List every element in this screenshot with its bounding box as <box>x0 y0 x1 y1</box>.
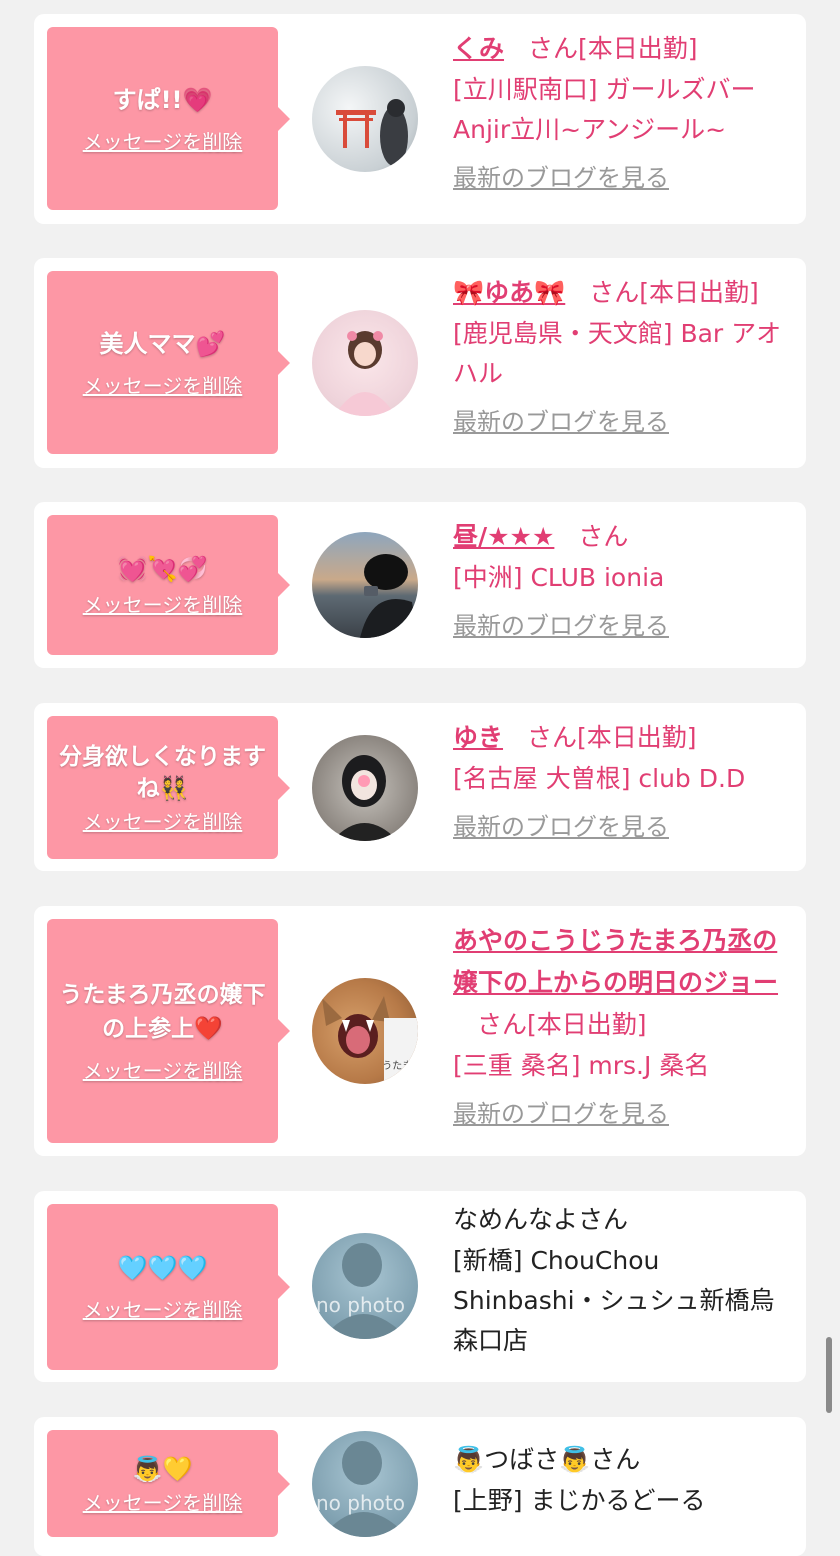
latest-blog-link[interactable]: 最新のブログを見る <box>453 1096 798 1132</box>
latest-blog-link[interactable]: 最新のブログを見る <box>453 809 793 845</box>
avatar[interactable]: うたま <box>312 978 418 1084</box>
message-bubble: 🩵🩵🩵 メッセージを削除 <box>47 1204 290 1370</box>
message-text: 分身欲しくなりますね👯 <box>59 743 266 802</box>
list-item: 美人ママ💕 メッセージを削除 🎀ゆあ🎀 さん[本日出勤] [鹿児島県・天文館] B… <box>34 258 806 468</box>
cast-name-link[interactable]: あやのこうじうたまろ乃丞の嬢下の上からの明日のジョー <box>453 926 778 997</box>
list-item: うたまろ乃丞の嬢下の上参上❤️ メッセージを削除 うたま あやのこうじうたまろ乃… <box>34 906 806 1156</box>
message-bubble: 💓💘💞 メッセージを削除 <box>47 515 290 655</box>
no-photo-silhouette <box>322 1243 408 1339</box>
san-label: さん <box>527 723 578 752</box>
avatar[interactable]: no photo <box>312 1431 418 1537</box>
cast-info: 昼/★★★ さん [中洲] CLUB ionia 最新のブログを見る <box>453 516 793 644</box>
message-bubble: 👼💛 メッセージを削除 <box>47 1430 290 1537</box>
cast-name-link[interactable]: 昼/★★★ <box>453 522 554 551</box>
shop-link[interactable]: [三重 桑名] mrs.J 桑名 <box>453 1046 798 1086</box>
cast-info: 🎀ゆあ🎀 さん[本日出勤] [鹿児島県・天文館] Bar アオハル 最新のブログを… <box>453 272 793 440</box>
san-label: さん <box>590 1445 641 1474</box>
delete-message-link[interactable]: メッセージを削除 <box>83 1297 243 1323</box>
message-text: 🩵🩵🩵 <box>117 1254 208 1282</box>
shop-link[interactable]: [名古屋 大曽根] club D.D <box>453 759 793 799</box>
working-today-badge: [本日出勤] <box>527 1010 647 1039</box>
delete-message-link[interactable]: メッセージを削除 <box>83 809 243 835</box>
message-bubble: すぱ!!💗 メッセージを削除 <box>47 27 290 210</box>
san-label: さん <box>578 522 629 551</box>
portrait-photo <box>334 331 396 416</box>
san-label: さん <box>528 34 579 63</box>
latest-blog-link[interactable]: 最新のブログを見る <box>453 608 793 644</box>
cast-info: あやのこうじうたまろ乃丞の嬢下の上からの明日のジョーさん[本日出勤] [三重 桑… <box>453 920 798 1132</box>
avatar[interactable]: no photo <box>312 1233 418 1339</box>
message-text: 美人ママ💕 <box>99 329 226 358</box>
shop-link[interactable]: [中洲] CLUB ionia <box>453 558 793 598</box>
list-item: 👼💛 メッセージを削除 no photo 👼つばさ👼さん [上野] まじかるどー… <box>34 1417 806 1556</box>
shop-name: [新橋] ChouChou Shinbashi・シュシュ新橋烏森口店 <box>453 1246 775 1355</box>
message-text: 👼💛 <box>132 1454 193 1483</box>
sunset-photo <box>360 554 418 638</box>
shop-name: [上野] まじかるどーる <box>453 1486 706 1515</box>
san-label: さん <box>477 1010 528 1039</box>
cast-info: ゆき さん[本日出勤] [名古屋 大曽根] club D.D 最新のブログを見る <box>453 717 793 845</box>
delete-message-link[interactable]: メッセージを削除 <box>83 373 243 399</box>
message-text: すぱ!!💗 <box>112 85 213 114</box>
list-item: 🩵🩵🩵 メッセージを削除 no photo なめんなよさん [新橋] ChouC… <box>34 1191 806 1382</box>
message-bubble: 分身欲しくなりますね👯 メッセージを削除 <box>47 716 290 859</box>
no-photo-silhouette <box>322 1441 408 1537</box>
list-item: 💓💘💞 メッセージを削除 昼/★★★ さん [中洲] CLUB ionia 最新の… <box>34 502 806 668</box>
delete-message-link[interactable]: メッセージを削除 <box>83 1490 243 1516</box>
message-text: うたまろ乃丞の嬢下の上参上❤️ <box>59 982 266 1042</box>
message-bubble: 美人ママ💕 メッセージを削除 <box>47 271 290 454</box>
scrollbar-thumb[interactable] <box>826 1337 832 1413</box>
list-item: すぱ!!💗 メッセージを削除 くみ さん[本日出勤] [立川駅南口] ガールズバー… <box>34 14 806 224</box>
message-text: 💓💘💞 <box>117 555 208 583</box>
message-bubble: うたまろ乃丞の嬢下の上参上❤️ メッセージを削除 <box>47 919 290 1143</box>
list-item: 分身欲しくなりますね👯 メッセージを削除 ゆき さん[本日出勤] [名古屋 大曽根… <box>34 703 806 871</box>
shop-link[interactable]: [鹿児島県・天文館] Bar アオハル <box>453 314 793 394</box>
latest-blog-link[interactable]: 最新のブログを見る <box>453 404 793 440</box>
avatar[interactable] <box>312 310 418 416</box>
portrait-photo <box>332 755 398 841</box>
working-today-badge: [本日出勤] <box>577 723 697 752</box>
latest-blog-link[interactable]: 最新のブログを見る <box>453 160 793 196</box>
cast-info: くみ さん[本日出勤] [立川駅南口] ガールズバーAnjir立川~アンジール~ … <box>453 28 793 196</box>
cast-name: なめんなよ <box>453 1205 579 1234</box>
avatar-caption: うたま <box>382 1061 412 1072</box>
no-photo-label: no photo <box>316 1491 405 1515</box>
working-today-badge: [本日出勤] <box>639 278 759 307</box>
working-today-badge: [本日出勤] <box>578 34 698 63</box>
cast-name-link[interactable]: くみ <box>453 34 504 63</box>
delete-message-link[interactable]: メッセージを削除 <box>83 592 243 618</box>
avatar[interactable] <box>312 735 418 841</box>
shop-link[interactable]: [立川駅南口] ガールズバーAnjir立川~アンジール~ <box>453 70 793 150</box>
delete-message-link[interactable]: メッセージを削除 <box>83 1058 243 1084</box>
cast-info: 👼つばさ👼さん [上野] まじかるどーる <box>453 1439 793 1521</box>
san-label: さん <box>589 278 640 307</box>
torii-gate-photo <box>336 99 408 166</box>
cast-info: なめんなよさん [新橋] ChouChou Shinbashi・シュシュ新橋烏森… <box>453 1199 793 1361</box>
delete-message-link[interactable]: メッセージを削除 <box>83 129 243 155</box>
avatar[interactable] <box>312 532 418 638</box>
san-label: さん <box>578 1205 629 1234</box>
no-photo-label: no photo <box>316 1293 405 1317</box>
avatar[interactable] <box>312 66 418 172</box>
cast-name: 👼つばさ👼 <box>453 1445 591 1474</box>
cast-name-link[interactable]: ゆき <box>453 723 503 752</box>
cast-name-link[interactable]: 🎀ゆあ🎀 <box>453 278 565 307</box>
